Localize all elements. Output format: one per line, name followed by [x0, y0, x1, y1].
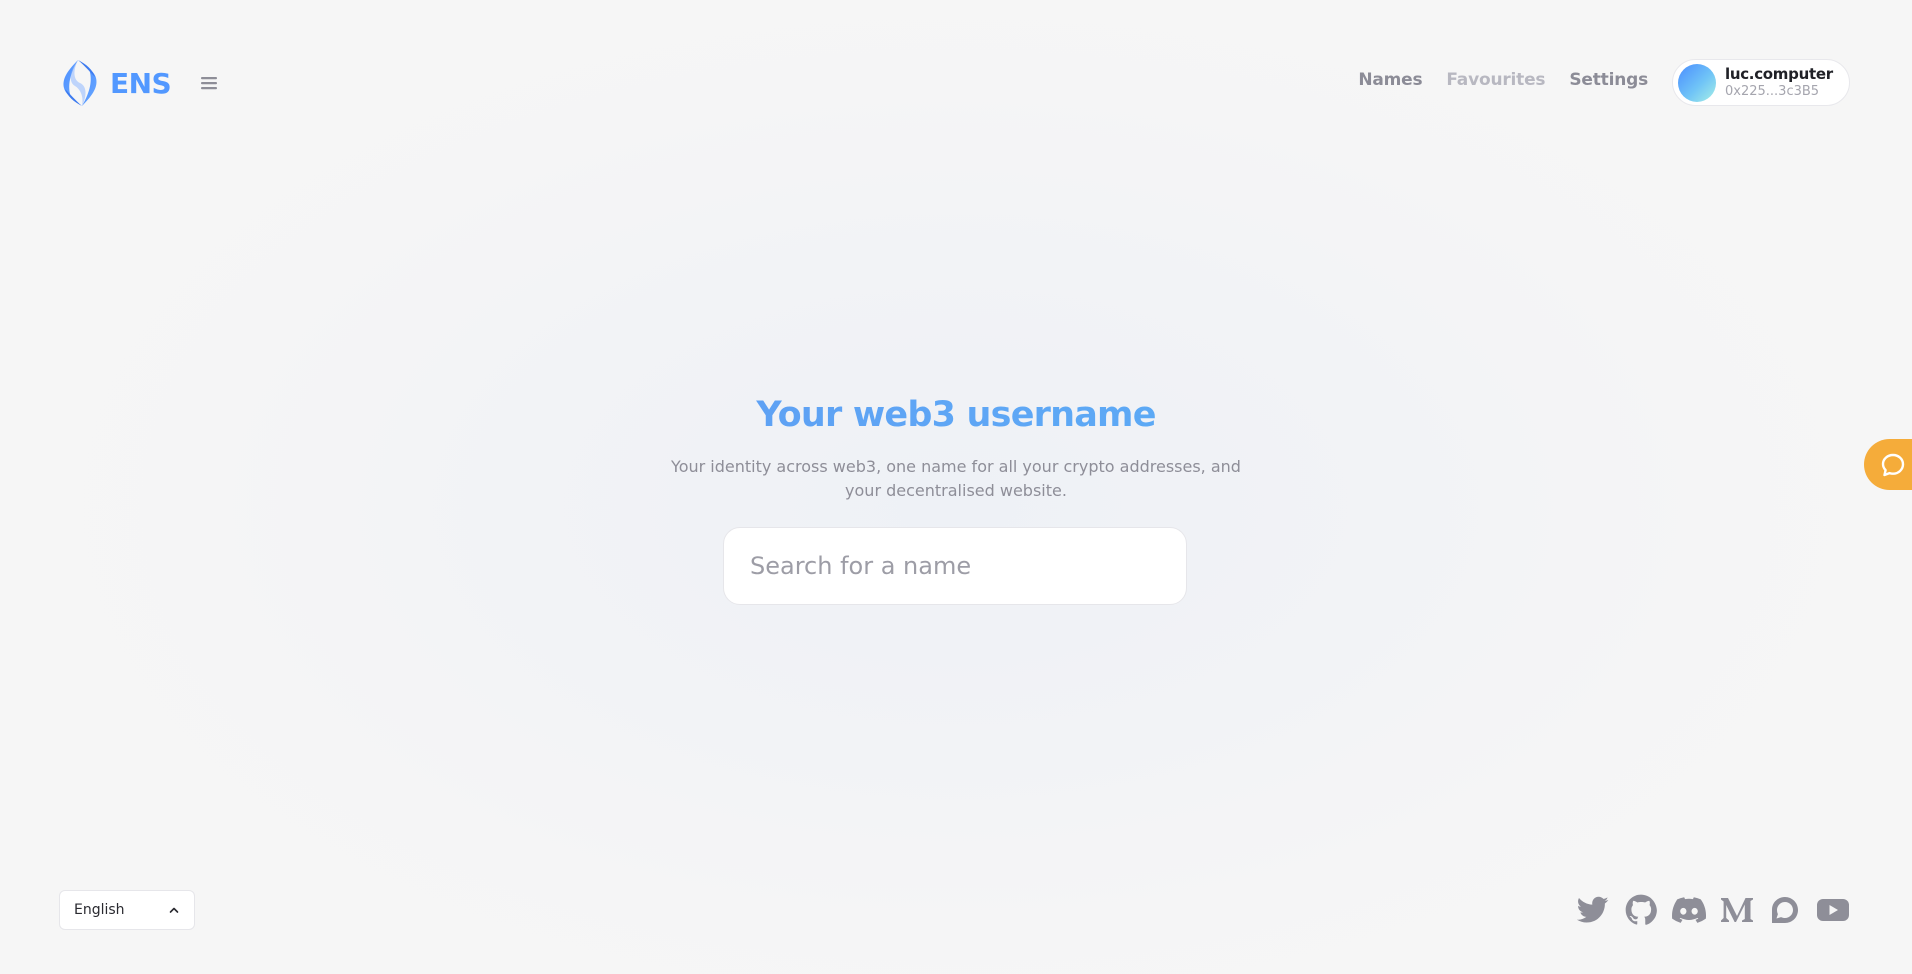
discord-icon[interactable] [1672, 893, 1706, 927]
search-input[interactable] [748, 551, 1162, 581]
search-box [723, 527, 1187, 605]
feedback-button[interactable] [1864, 439, 1912, 490]
language-select[interactable]: English [59, 890, 195, 930]
ens-logo-link[interactable]: ENS [58, 58, 172, 108]
account-address: 0x225...3c3B5 [1725, 83, 1820, 99]
github-icon[interactable] [1624, 893, 1658, 927]
avatar [1678, 63, 1716, 102]
nav-link-favourites[interactable]: Favourites [1446, 70, 1545, 90]
nav-link-settings[interactable]: Settings [1569, 70, 1648, 90]
language-label: English [74, 902, 125, 918]
hero-subtitle: Your identity across web3, one name for … [671, 457, 1241, 500]
twitter-icon[interactable] [1576, 893, 1610, 927]
discourse-icon[interactable] [1768, 893, 1802, 927]
ens-logo-icon [58, 58, 102, 108]
brand-name: ENS [110, 66, 172, 100]
hamburger-menu-icon[interactable] [199, 73, 219, 93]
top-nav: Names Favourites Settings [1358, 70, 1648, 90]
chat-bubble-icon [1878, 450, 1908, 480]
chevron-up-icon [168, 904, 180, 916]
account-info: luc.computer 0x225...3c3B5 [1725, 64, 1833, 100]
hero-title: Your web3 username [0, 395, 1912, 435]
account-name: luc.computer [1725, 64, 1833, 83]
social-links [1576, 893, 1850, 927]
medium-icon[interactable] [1720, 893, 1754, 927]
nav-link-names[interactable]: Names [1358, 70, 1422, 90]
account-button[interactable]: luc.computer 0x225...3c3B5 [1672, 59, 1850, 106]
youtube-icon[interactable] [1816, 893, 1850, 927]
